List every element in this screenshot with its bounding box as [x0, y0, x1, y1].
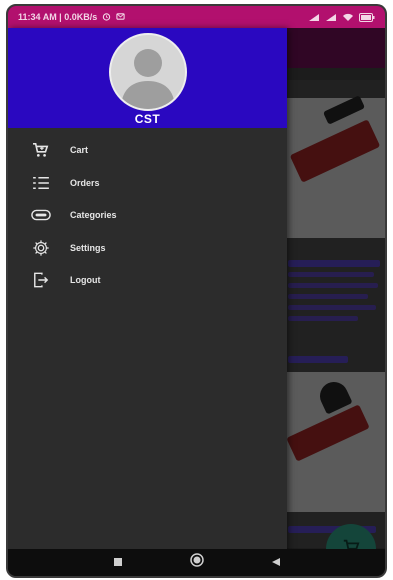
back-triangle-icon	[271, 554, 281, 572]
status-bar: 11:34 AM | 0.0KB/s	[8, 6, 385, 28]
battery-icon	[359, 12, 375, 22]
menu-label-orders: Orders	[70, 177, 100, 188]
drawer-header: CST	[8, 28, 287, 128]
menu-label-settings: Settings	[70, 242, 106, 253]
avatar[interactable]	[108, 33, 187, 111]
back-button[interactable]	[266, 553, 286, 573]
cart-icon	[30, 141, 52, 159]
menu-item-cart[interactable]: Cart	[8, 134, 287, 167]
user-name: CST	[134, 112, 161, 126]
wifi-icon	[342, 13, 354, 22]
recents-button[interactable]	[108, 553, 128, 573]
logout-icon	[30, 271, 52, 289]
menu-label-cart: Cart	[70, 145, 89, 156]
menu-item-orders[interactable]: Orders	[8, 167, 287, 200]
menu-label-logout: Logout	[70, 275, 101, 286]
orders-list-icon	[30, 174, 52, 192]
system-nav-bar	[8, 549, 385, 576]
signal-icon-2	[325, 13, 337, 22]
message-icon	[116, 12, 125, 23]
home-circle-icon	[189, 553, 204, 572]
settings-gear-icon	[30, 239, 52, 257]
categories-icon	[30, 206, 52, 224]
menu-item-categories[interactable]: Categories	[8, 199, 287, 232]
alarm-icon	[102, 12, 111, 23]
status-time-speed: 11:34 AM | 0.0KB/s	[18, 12, 98, 22]
menu-label-categories: Categories	[70, 210, 117, 221]
navigation-drawer: CST Cart Orders Categories Settings Logo…	[8, 28, 287, 553]
home-button[interactable]	[187, 553, 207, 573]
signal-icon	[308, 13, 320, 22]
drawer-menu: Cart Orders Categories Settings Logout	[8, 134, 287, 297]
menu-item-logout[interactable]: Logout	[8, 264, 287, 297]
recents-square-icon	[113, 554, 123, 572]
phone-screen: 11:34 AM | 0.0KB/s CST Cart Orders Categ…	[6, 4, 387, 578]
menu-item-settings[interactable]: Settings	[8, 232, 287, 265]
